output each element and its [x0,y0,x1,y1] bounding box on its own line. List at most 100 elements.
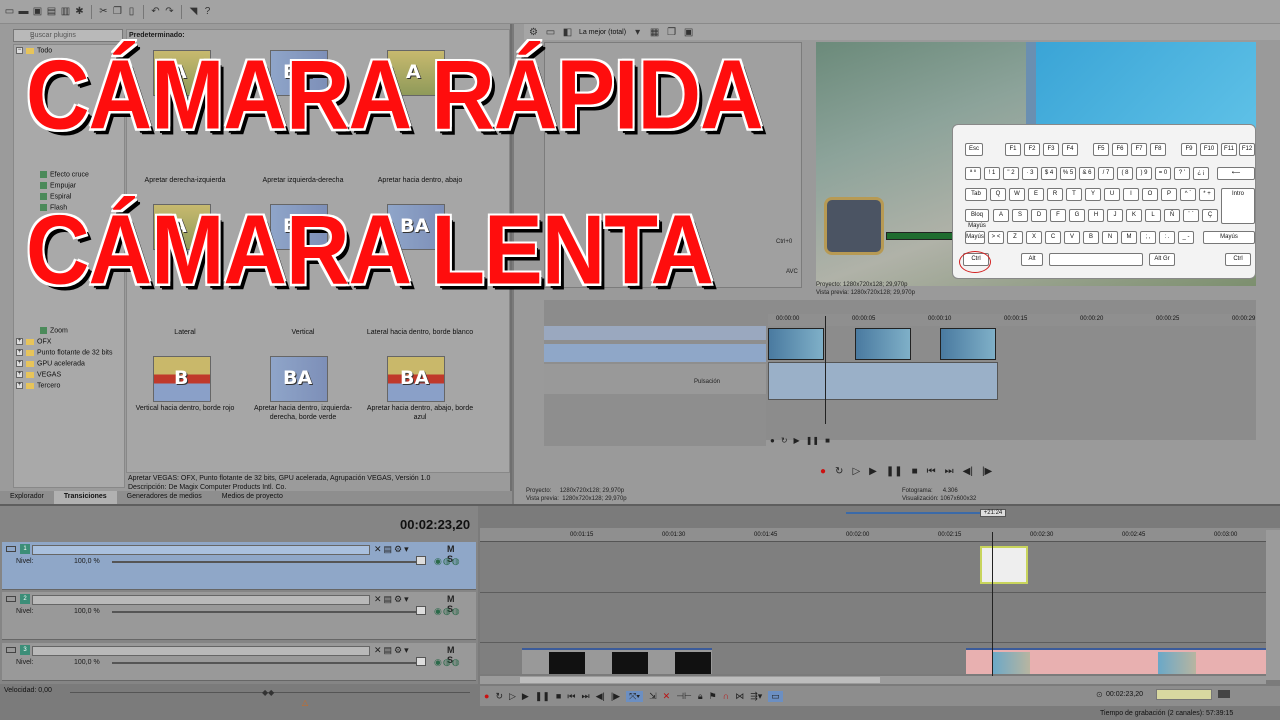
next-frame-icon[interactable]: |▶ [611,691,620,702]
copy-snapshot-icon[interactable]: ❐ [666,27,677,38]
save-snapshot-icon[interactable]: ▣ [683,27,694,38]
tab-medios-proyecto[interactable]: Medios de proyecto [212,491,293,504]
ripple-edit-icon[interactable]: ⇶▾ [750,691,762,702]
undo-icon[interactable]: ↶ [150,6,161,17]
prev-frame-icon[interactable]: ◀| [596,691,605,702]
delete-icon[interactable]: ✕ [663,691,671,702]
pause-icon[interactable]: ❚❚ [886,466,903,477]
tree-item-empujar[interactable]: Empujar [40,182,76,189]
compositing-icon[interactable]: ◉◍◍ [434,556,461,567]
envelope-tool-icon[interactable]: ⇲ [649,691,657,702]
stop-icon[interactable]: ■ [556,691,561,701]
copy-icon[interactable]: ❐ [112,6,123,17]
paste-icon[interactable]: ▯ [126,6,137,17]
level-slider[interactable] [112,662,422,664]
chevron-down-icon[interactable]: ▾ [632,27,643,38]
keyboard-overlay-clip[interactable] [980,546,1028,584]
compositing-icon[interactable]: ◉◍◍ [434,606,461,617]
record-icon[interactable]: ● [820,466,826,477]
open-icon[interactable]: ▬ [18,6,29,17]
marker-tool-icon[interactable]: ⚑ [709,691,717,702]
time-ruler[interactable]: 00:01:15 00:01:30 00:01:45 00:02:00 00:02:15… [480,528,1280,542]
preset-thumbnail[interactable]: BA [270,356,328,402]
play-icon[interactable]: ▶ [869,466,877,477]
properties-icon[interactable]: ✱ [74,6,85,17]
auto-crossfade-icon[interactable]: ⋈ [735,691,744,702]
speed-handle-icon[interactable]: ◆◆ [262,688,274,697]
tab-explorador[interactable]: Explorador [0,491,54,504]
go-end-icon[interactable]: ⏭ [945,466,954,477]
track-header-2[interactable]: 2 ✕▤⚙▾ M S Nivel: 100,0 % ◉◍◍ [2,592,476,640]
normal-edit-tool-icon[interactable]: ⤧▾ [626,690,644,702]
prev-frame-icon[interactable]: ◀| [963,466,973,477]
gear-icon[interactable]: ⚙ [528,27,539,38]
monitor-icon[interactable] [1218,690,1230,698]
compositing-icon[interactable]: ◉◍◍ [434,657,461,668]
level-slider-handle[interactable] [416,556,426,565]
clip-thumbnail [549,652,585,674]
save-as-icon[interactable]: ▤ [46,6,57,17]
preview-quality-select[interactable]: La mejor (total) [579,29,626,36]
go-start-icon[interactable]: ⏮ [927,466,936,477]
loop-region[interactable] [846,512,980,514]
tab-generadores[interactable]: Generadores de medios [117,491,212,504]
track-name-field[interactable] [32,595,370,605]
overlays-icon[interactable]: ▦ [649,27,660,38]
level-slider-handle[interactable] [416,606,426,615]
redo-icon[interactable]: ↷ [164,6,175,17]
split-icon[interactable]: ◥ [188,6,199,17]
record-icon[interactable]: ● [484,691,489,701]
play-icon: ▶ [793,436,800,445]
lock-icon[interactable]: 🔒︎ [698,691,703,702]
help-icon[interactable]: ? [202,6,213,17]
selection-length-field[interactable] [1156,689,1212,700]
level-label: Nivel: [16,558,34,565]
play-from-start-icon[interactable]: ▷ [852,466,860,477]
tree-item-gpu[interactable]: + GPU acelerada [16,360,85,367]
save-icon[interactable]: ▣ [32,6,43,17]
track-name-field[interactable] [32,646,370,656]
trim-icon[interactable]: ⊣⊢ [676,691,692,702]
tree-item-32bit[interactable]: + Punto flotante de 32 bits [16,349,113,356]
pause-icon[interactable]: ❚❚ [535,691,550,702]
stop-icon[interactable]: ■ [912,466,918,477]
snap-icon[interactable]: ∩ [723,691,729,701]
track-fx-buttons[interactable]: ✕▤⚙▾ [374,544,411,555]
next-frame-icon[interactable]: |▶ [982,466,992,477]
tab-transiciones[interactable]: Transiciones [53,491,117,504]
play-from-start-icon[interactable]: ▷ [509,691,516,702]
new-icon[interactable]: ▭ [4,6,15,17]
track-fx-buttons[interactable]: ✕▤⚙▾ [374,645,411,656]
loop-icon[interactable]: ↻ [835,466,843,477]
tree-item-zoom[interactable]: Zoom [40,327,68,334]
group-icon[interactable]: ▭ [768,690,783,702]
level-slider-handle[interactable] [416,657,426,666]
track-header-1[interactable]: 1 ✕▤⚙▾ M S Nivel: 100,0 % ◉◍◍ [2,542,476,590]
go-start-icon[interactable]: ⏮ [567,691,575,702]
tree-item-tercero[interactable]: + Tercero [16,382,60,389]
track-fx-buttons[interactable]: ✕▤⚙▾ [374,594,411,605]
tree-item-vegas[interactable]: + VEGAS [16,371,61,378]
split-screen-icon[interactable]: ◧ [562,27,573,38]
frame-info: Fotograma: 4.306 Visualización: 1067x600… [902,488,977,502]
track-name-field[interactable] [32,545,370,555]
vertical-scrollbar[interactable] [1266,530,1280,680]
preset-thumbnail[interactable]: BA [387,356,445,402]
cut-icon[interactable]: ✂ [98,6,109,17]
tree-item-ofx[interactable]: + OFX [16,338,51,345]
external-monitor-icon[interactable]: ▭ [545,27,556,38]
preset-thumbnail[interactable]: B [153,356,211,402]
scrollbar-thumb[interactable] [520,677,880,683]
minimize-icon[interactable] [6,546,16,552]
render-icon[interactable]: ▥ [60,6,71,17]
tree-item-efecto-cruce[interactable]: Efecto cruce [40,171,89,178]
playhead-cursor[interactable] [992,532,993,680]
minimize-icon[interactable] [6,647,16,653]
minimize-icon[interactable] [6,596,16,602]
level-slider[interactable] [112,561,422,563]
level-slider[interactable] [112,611,422,613]
go-end-icon[interactable]: ⏭ [581,691,589,702]
loop-icon[interactable]: ↻ [495,691,503,702]
play-icon[interactable]: ▶ [522,691,529,702]
track-header-3[interactable]: 3 ✕▤⚙▾ M S Nivel: 100,0 % ◉◍◍ [2,643,476,681]
